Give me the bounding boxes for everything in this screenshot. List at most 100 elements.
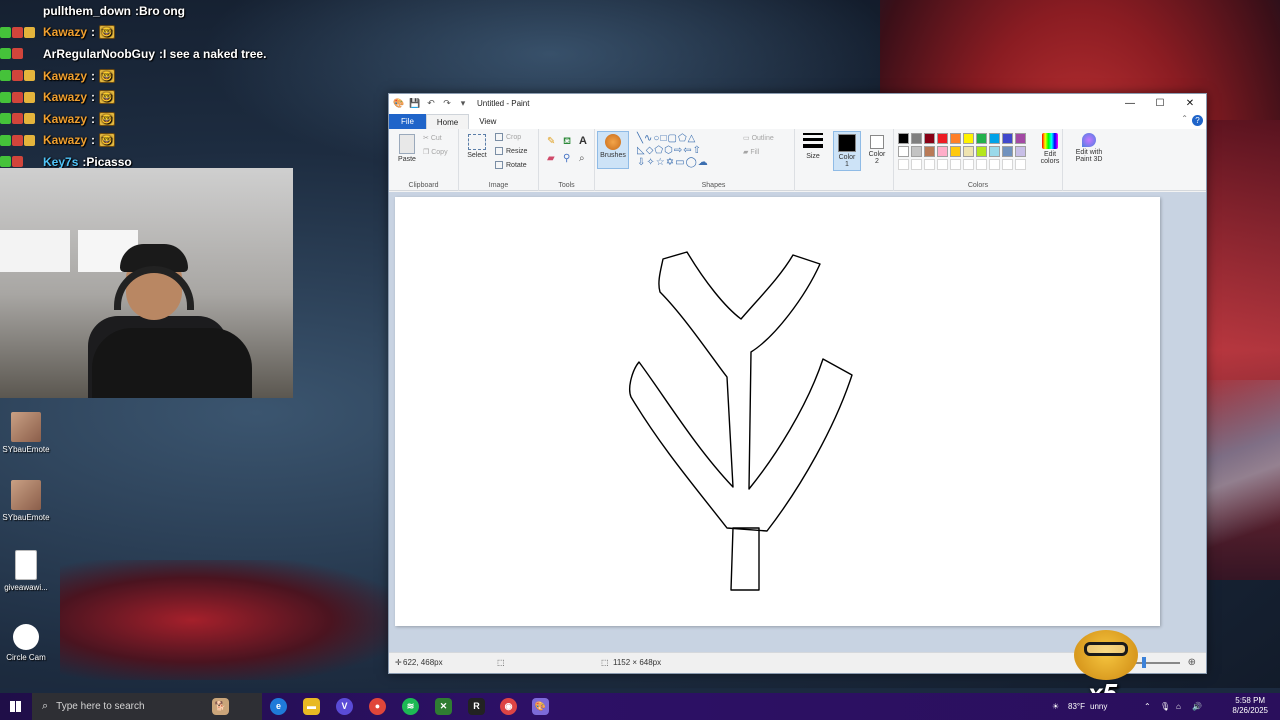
palette-swatch-1-7[interactable]: [989, 133, 1000, 144]
zoom-in-icon[interactable]: ⊕: [1188, 653, 1196, 673]
weather-condition[interactable]: unny: [1090, 693, 1107, 720]
rotate-button[interactable]: Rotate: [495, 161, 527, 169]
save-icon[interactable]: 💾: [409, 98, 421, 109]
paste-button[interactable]: Paste: [395, 134, 419, 163]
shape-right-triangle-icon[interactable]: ◺: [637, 145, 646, 156]
tab-file[interactable]: File: [389, 114, 426, 129]
undo-icon[interactable]: ↶: [425, 98, 437, 109]
shape-callout-icon[interactable]: ▭: [675, 157, 685, 168]
tray-overflow-icon[interactable]: ⌃: [1144, 693, 1151, 720]
close-button[interactable]: ✕: [1175, 94, 1205, 113]
size-button[interactable]: Size: [799, 133, 827, 160]
palette-swatch-1-5[interactable]: [963, 133, 974, 144]
vpn-app-icon[interactable]: V: [336, 698, 353, 715]
weather-icon[interactable]: ☀: [1052, 693, 1059, 720]
crop-button[interactable]: Crop: [495, 133, 521, 141]
palette-swatch-2-0[interactable]: [898, 146, 909, 157]
chat-username[interactable]: ArRegularNoobGuy: [43, 47, 155, 61]
desktop-icon-giveaway[interactable]: giveawawi...: [0, 550, 52, 592]
copy-button[interactable]: ❐ Copy: [423, 148, 448, 156]
network-icon[interactable]: ⌂: [1176, 693, 1181, 720]
chat-username[interactable]: Kawazy: [43, 133, 87, 147]
palette-swatch-1-4[interactable]: [950, 133, 961, 144]
outline-button[interactable]: ▭ Outline: [743, 134, 774, 142]
shape-arrow-down-icon[interactable]: ⇩: [637, 157, 646, 168]
shape-cloud-icon[interactable]: ☁: [698, 157, 709, 168]
eraser-icon[interactable]: ▰: [547, 153, 555, 164]
help-icon[interactable]: ?: [1192, 115, 1203, 126]
drawing-canvas[interactable]: [395, 197, 1160, 626]
magnifier-icon[interactable]: ⌕: [579, 153, 585, 164]
palette-custom-slot[interactable]: [911, 159, 922, 170]
palette-swatch-2-7[interactable]: [989, 146, 1000, 157]
shape-oval-callout-icon[interactable]: ◯: [686, 157, 698, 168]
fill-bucket-icon[interactable]: ⛾: [563, 136, 571, 149]
brushes-button[interactable]: Brushes: [597, 131, 629, 169]
collapse-ribbon-icon[interactable]: ⌃: [1181, 114, 1188, 123]
palette-swatch-1-3[interactable]: [937, 133, 948, 144]
tab-home[interactable]: Home: [425, 114, 470, 129]
app-icon-r[interactable]: R: [468, 698, 485, 715]
shape-star6-icon[interactable]: ✡: [666, 157, 675, 168]
palette-custom-slot[interactable]: [950, 159, 961, 170]
chat-username[interactable]: pullthem_down: [43, 4, 131, 18]
shape-arrow-right-icon[interactable]: ⇨: [674, 145, 683, 156]
start-button[interactable]: [0, 693, 30, 720]
title-bar[interactable]: 🎨 💾 ↶ ↷ ▾ Untitled - Paint — ☐ ✕: [389, 94, 1206, 113]
palette-swatch-1-2[interactable]: [924, 133, 935, 144]
taskbar-clock[interactable]: 5:58 PM 8/26/2025: [1232, 696, 1268, 716]
palette-custom-slot[interactable]: [937, 159, 948, 170]
palette-custom-slot[interactable]: [976, 159, 987, 170]
palette-swatch-2-3[interactable]: [937, 146, 948, 157]
taskbar-search-highlight-icon[interactable]: 🐕: [212, 698, 229, 715]
shape-hexagon-icon[interactable]: ⬡: [664, 145, 674, 156]
select-button[interactable]: Select: [463, 134, 491, 159]
canvas-workspace[interactable]: [389, 192, 1206, 654]
palette-swatch-2-1[interactable]: [911, 146, 922, 157]
chat-username[interactable]: Key7s: [43, 155, 78, 169]
palette-swatch-1-1[interactable]: [911, 133, 922, 144]
shape-rect-icon[interactable]: □: [660, 133, 667, 144]
app-icon-green[interactable]: ✕: [435, 698, 452, 715]
palette-swatch-2-2[interactable]: [924, 146, 935, 157]
shape-pentagon-icon[interactable]: ⬠: [654, 145, 664, 156]
weather-temp[interactable]: 83°F: [1068, 693, 1085, 720]
chat-username[interactable]: Kawazy: [43, 25, 87, 39]
chat-username[interactable]: Kawazy: [43, 112, 87, 126]
shape-polygon-icon[interactable]: ⬠: [678, 133, 688, 144]
shapes-gallery[interactable]: ╲∿○□▢⬠△ ◺◇⬠⬡⇨⇦⇧ ⇩✧☆✡▭◯☁: [637, 133, 733, 169]
volume-icon[interactable]: 🔊: [1192, 693, 1202, 720]
shape-arrow-up-icon[interactable]: ⇧: [693, 145, 702, 156]
text-tool-icon[interactable]: A: [579, 135, 587, 147]
palette-custom-slot[interactable]: [963, 159, 974, 170]
cut-button[interactable]: ✂ Cut: [423, 134, 442, 142]
chat-username[interactable]: Kawazy: [43, 69, 87, 83]
desktop-icon-sybauemote-1[interactable]: SYbauEmote: [0, 412, 52, 454]
paint-taskbar-icon[interactable]: 🎨: [532, 698, 549, 715]
palette-custom-slot[interactable]: [898, 159, 909, 170]
customize-quick-access-icon[interactable]: ▾: [457, 98, 469, 109]
shape-roundrect-icon[interactable]: ▢: [668, 133, 678, 144]
redo-icon[interactable]: ↷: [441, 98, 453, 109]
palette-swatch-2-4[interactable]: [950, 146, 961, 157]
shape-star5-icon[interactable]: ☆: [656, 157, 666, 168]
color1-button[interactable]: Color 1: [833, 131, 861, 171]
desktop-icon-sybauemote-2[interactable]: SYbauEmote: [0, 480, 52, 522]
palette-custom-slot[interactable]: [924, 159, 935, 170]
palette-custom-slot[interactable]: [989, 159, 1000, 170]
palette-swatch-1-8[interactable]: [1002, 133, 1013, 144]
app-icon-chat[interactable]: ◉: [500, 698, 517, 715]
tab-view[interactable]: View: [469, 114, 506, 129]
palette-custom-slot[interactable]: [1002, 159, 1013, 170]
zoom-slider-thumb[interactable]: [1142, 657, 1146, 668]
pencil-icon[interactable]: ✎: [547, 136, 555, 147]
shape-triangle-icon[interactable]: △: [688, 133, 697, 144]
chat-username[interactable]: Kawazy: [43, 90, 87, 104]
fill-button[interactable]: ▰ Fill: [743, 148, 759, 156]
shape-line-icon[interactable]: ╲: [637, 133, 644, 144]
palette-swatch-2-5[interactable]: [963, 146, 974, 157]
color-picker-icon[interactable]: ⚲: [563, 153, 570, 164]
color2-button[interactable]: Color 2: [863, 131, 891, 171]
edit-colors-button[interactable]: Edit colors: [1036, 133, 1064, 165]
chrome-icon[interactable]: ●: [369, 698, 386, 715]
